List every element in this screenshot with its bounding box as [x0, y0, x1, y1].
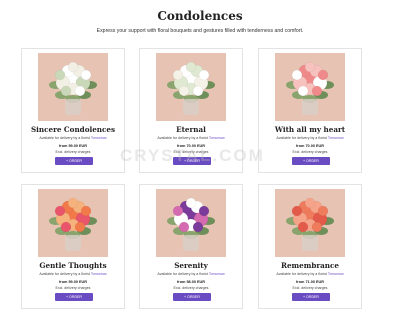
- flower: [297, 221, 309, 233]
- product-photo[interactable]: [156, 189, 226, 257]
- vase: [302, 99, 318, 115]
- product-card[interactable]: Serenity Available for delivery by a flo…: [139, 184, 243, 309]
- availability-text: Available for delivery by a florist Tomo…: [39, 136, 107, 140]
- product-name[interactable]: Gentle Thoughts: [22, 261, 124, 270]
- page-title: Condolences: [157, 9, 243, 23]
- product-photo[interactable]: [275, 189, 345, 257]
- order-button[interactable]: + ORDER: [292, 293, 330, 301]
- product-name[interactable]: With all my heart: [259, 125, 361, 134]
- product-name[interactable]: Serenity: [140, 261, 242, 270]
- flower: [172, 69, 184, 81]
- flower: [198, 205, 210, 217]
- product-card[interactable]: Gentle Thoughts Available for delivery b…: [21, 184, 125, 309]
- delivery-note: Excl. delivery charges: [55, 286, 91, 290]
- vase: [183, 99, 199, 115]
- product-photo[interactable]: [156, 53, 226, 121]
- availability-text: Available for delivery by a florist Tomo…: [276, 136, 344, 140]
- flower: [304, 197, 316, 209]
- price: from 59.00 EUR: [58, 144, 88, 148]
- order-button[interactable]: + ORDER: [55, 293, 93, 301]
- delivery-note: Excl. delivery charges: [55, 150, 91, 154]
- delivery-note: Excl. delivery charges: [173, 286, 209, 290]
- vase: [183, 235, 199, 251]
- availability-text: Available for delivery by a florist Tomo…: [276, 272, 344, 276]
- product-card[interactable]: Remembrance Available for delivery by a …: [258, 184, 362, 309]
- flower: [178, 85, 190, 97]
- flower: [80, 69, 92, 81]
- page-subtitle: Express your support with floral bouquet…: [96, 28, 304, 34]
- order-button[interactable]: + ORDER: [55, 157, 93, 165]
- flower: [178, 221, 190, 233]
- flower: [304, 61, 316, 73]
- flower: [172, 205, 184, 217]
- flower: [67, 197, 79, 209]
- vase: [65, 235, 81, 251]
- flower: [291, 205, 303, 217]
- flower: [311, 85, 323, 97]
- product-card[interactable]: With all my heart Available for delivery…: [258, 48, 362, 173]
- price: from 71.00 EUR: [295, 280, 325, 284]
- order-button[interactable]: + ORDER: [292, 157, 330, 165]
- product-photo[interactable]: [275, 53, 345, 121]
- delivery-note: Excl. delivery charges: [292, 286, 328, 290]
- flower: [198, 69, 210, 81]
- flower: [60, 221, 72, 233]
- watermark: CRYSTAL.COM: [120, 146, 265, 165]
- flower: [54, 205, 66, 217]
- order-button[interactable]: + ORDER: [173, 293, 211, 301]
- flower: [185, 197, 197, 209]
- availability-text: Available for delivery by a florist Tomo…: [157, 136, 225, 140]
- price: from 70.00 EUR: [295, 144, 325, 148]
- vase: [65, 99, 81, 115]
- flower: [74, 221, 86, 233]
- flower: [80, 205, 92, 217]
- flower: [67, 61, 79, 73]
- flower: [297, 85, 309, 97]
- product-photo[interactable]: [38, 189, 108, 257]
- product-name[interactable]: Remembrance: [259, 261, 361, 270]
- availability-text: Available for delivery by a florist Tomo…: [39, 272, 107, 276]
- product-card[interactable]: Sincere Condolences Available for delive…: [21, 48, 125, 173]
- flower: [311, 221, 323, 233]
- flower: [54, 69, 66, 81]
- product-name[interactable]: Eternal: [140, 125, 242, 134]
- vase: [302, 235, 318, 251]
- delivery-note: Excl. delivery charges: [292, 150, 328, 154]
- flower: [317, 69, 329, 81]
- product-name[interactable]: Sincere Condolences: [22, 125, 124, 134]
- availability-text: Available for delivery by a florist Tomo…: [157, 272, 225, 276]
- flower: [291, 69, 303, 81]
- flower: [192, 221, 204, 233]
- flower: [185, 61, 197, 73]
- price: from 58.00 EUR: [176, 280, 206, 284]
- product-photo[interactable]: [38, 53, 108, 121]
- flower: [74, 85, 86, 97]
- price: from 59.00 EUR: [58, 280, 88, 284]
- flower: [317, 205, 329, 217]
- flower: [192, 85, 204, 97]
- flower: [60, 85, 72, 97]
